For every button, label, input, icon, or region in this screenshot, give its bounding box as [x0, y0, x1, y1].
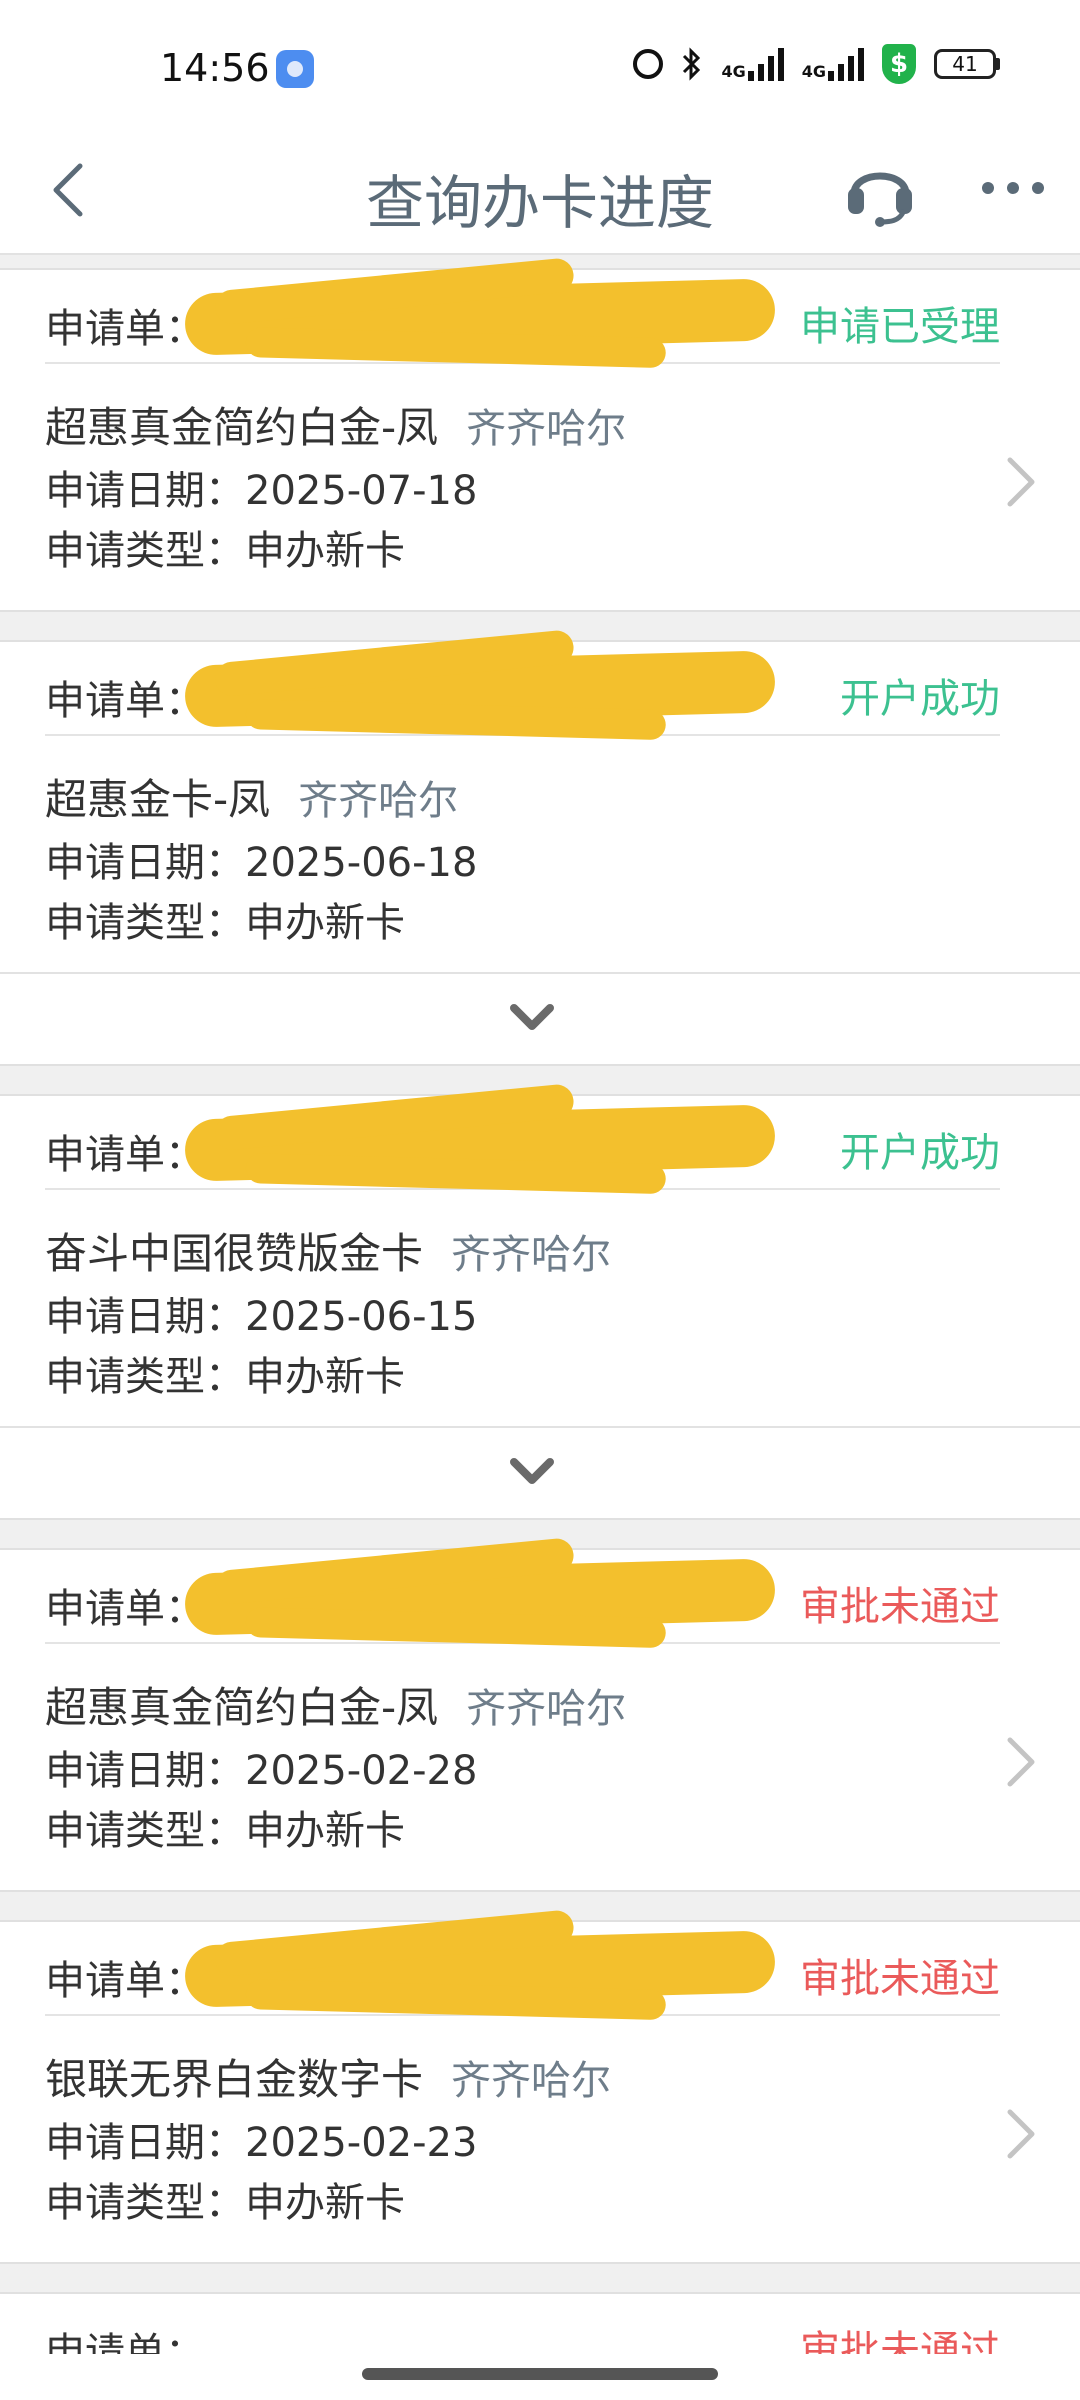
- card-name-text: 超惠真金简约白金-凤: [45, 1683, 439, 1732]
- application-card[interactable]: 申请单： 申请已受理 超惠真金简约白金-凤 齐齐哈尔 申请日期：2025-07-1…: [0, 270, 1080, 610]
- notification-app-icon: [276, 50, 314, 88]
- redacted-application-number: [184, 1930, 776, 2008]
- security-shield-icon: $: [882, 44, 916, 84]
- card-header: 申请单： 审批未通过: [45, 1922, 1000, 2016]
- application-date: 申请日期：2025-06-15: [45, 1294, 478, 1340]
- card-name-text: 奋斗中国很赞版金卡: [45, 1229, 424, 1278]
- card-name-text: 银联无界白金数字卡: [45, 2055, 424, 2104]
- card-region: 齐齐哈尔: [466, 406, 627, 452]
- application-date: 申请日期：2025-02-23: [45, 2120, 478, 2166]
- card-header: 申请单： 审批未通过: [45, 2294, 1000, 2354]
- status-bar: 14:56 4G 4G $ 41: [0, 0, 1080, 130]
- nav-bar: 查询办卡进度: [0, 130, 1080, 255]
- customer-service-button[interactable]: [840, 150, 920, 230]
- card-product-name: 超惠真金简约白金-凤 齐齐哈尔: [45, 1674, 626, 1735]
- application-number-label: 申请单：: [45, 678, 205, 724]
- chevron-right-icon[interactable]: [1000, 2102, 1040, 2166]
- application-number-label: 申请单：: [45, 1132, 205, 1178]
- status-badge: 审批未通过: [800, 1956, 1000, 2002]
- application-number-label: 申请单：: [45, 2330, 205, 2354]
- status-badge: 申请已受理: [800, 304, 1000, 350]
- card-header: 申请单： 申请已受理: [45, 270, 1000, 364]
- application-list: 申请单： 申请已受理 超惠真金简约白金-凤 齐齐哈尔 申请日期：2025-07-1…: [0, 255, 1080, 2354]
- signal-1-icon: 4G: [721, 47, 784, 81]
- application-number-label: 申请单：: [45, 1958, 205, 2004]
- status-badge: 开户成功: [840, 1130, 1000, 1176]
- signal-2-icon: 4G: [802, 47, 864, 81]
- application-card[interactable]: 申请单： 开户成功 奋斗中国很赞版金卡 齐齐哈尔 申请日期：2025-06-15 …: [0, 1096, 1080, 1426]
- application-date: 申请日期：2025-02-28: [45, 1748, 478, 1794]
- application-type: 申请类型：申办新卡: [45, 1808, 405, 1854]
- status-badge: 审批未通过: [800, 1584, 1000, 1630]
- expand-row[interactable]: [0, 972, 1080, 1064]
- chevron-down-icon[interactable]: [510, 1002, 554, 1034]
- application-card-partial[interactable]: 申请单： 审批未通过: [0, 2294, 1080, 2354]
- card-header: 申请单： 开户成功: [45, 1096, 1000, 1190]
- application-card[interactable]: 申请单： 审批未通过 超惠真金简约白金-凤 齐齐哈尔 申请日期：2025-02-2…: [0, 1550, 1080, 1890]
- card-region: 齐齐哈尔: [298, 778, 459, 824]
- alarm-icon: [633, 49, 664, 79]
- card-region: 齐齐哈尔: [451, 1232, 612, 1278]
- chevron-right-icon[interactable]: [1000, 1730, 1040, 1794]
- card-product-name: 奋斗中国很赞版金卡 齐齐哈尔: [45, 1220, 611, 1281]
- chevron-down-icon[interactable]: [510, 1456, 554, 1488]
- application-date: 申请日期：2025-07-18: [45, 468, 478, 514]
- application-type: 申请类型：申办新卡: [45, 2180, 405, 2226]
- more-button[interactable]: [976, 158, 1050, 218]
- card-region: 齐齐哈尔: [466, 1686, 627, 1732]
- application-type: 申请类型：申办新卡: [45, 900, 405, 946]
- card-name-text: 超惠真金简约白金-凤: [45, 403, 439, 452]
- chevron-right-icon[interactable]: [1000, 450, 1040, 514]
- card-header: 申请单： 审批未通过: [45, 1550, 1000, 1644]
- card-name-text: 超惠金卡-凤: [45, 775, 271, 824]
- status-badge: 开户成功: [840, 676, 1000, 722]
- status-badge: 审批未通过: [800, 2328, 1000, 2354]
- application-number-label: 申请单：: [45, 306, 205, 352]
- bluetooth-icon: [683, 47, 701, 81]
- status-icons: 4G 4G $ 41: [633, 44, 1000, 84]
- network-type-label: 4G: [721, 62, 746, 81]
- application-type: 申请类型：申办新卡: [45, 1354, 405, 1400]
- application-card[interactable]: 申请单： 开户成功 超惠金卡-凤 齐齐哈尔 申请日期：2025-06-18 申请类…: [0, 642, 1080, 972]
- redacted-application-number: [184, 1104, 776, 1182]
- redacted-application-number: [184, 650, 776, 728]
- home-indicator[interactable]: [362, 2368, 718, 2380]
- expand-row[interactable]: [0, 1426, 1080, 1518]
- card-region: 齐齐哈尔: [451, 2058, 612, 2104]
- application-date: 申请日期：2025-06-18: [45, 840, 478, 886]
- battery-icon: 41: [934, 49, 1000, 79]
- card-product-name: 银联无界白金数字卡 齐齐哈尔: [45, 2046, 611, 2107]
- card-product-name: 超惠金卡-凤 齐齐哈尔: [45, 766, 458, 827]
- application-type: 申请类型：申办新卡: [45, 528, 405, 574]
- status-time: 14:56: [160, 46, 270, 90]
- card-product-name: 超惠真金简约白金-凤 齐齐哈尔: [45, 394, 626, 455]
- list-divider: [0, 2262, 1080, 2294]
- redacted-application-number: [184, 1558, 776, 1636]
- card-header: 申请单： 开户成功: [45, 642, 1000, 736]
- network-type-label-2: 4G: [801, 62, 826, 81]
- battery-level: 41: [934, 49, 996, 79]
- redacted-application-number: [184, 278, 776, 356]
- application-card[interactable]: 申请单： 审批未通过 银联无界白金数字卡 齐齐哈尔 申请日期：2025-02-23…: [0, 1922, 1080, 2262]
- application-number-label: 申请单：: [45, 1586, 205, 1632]
